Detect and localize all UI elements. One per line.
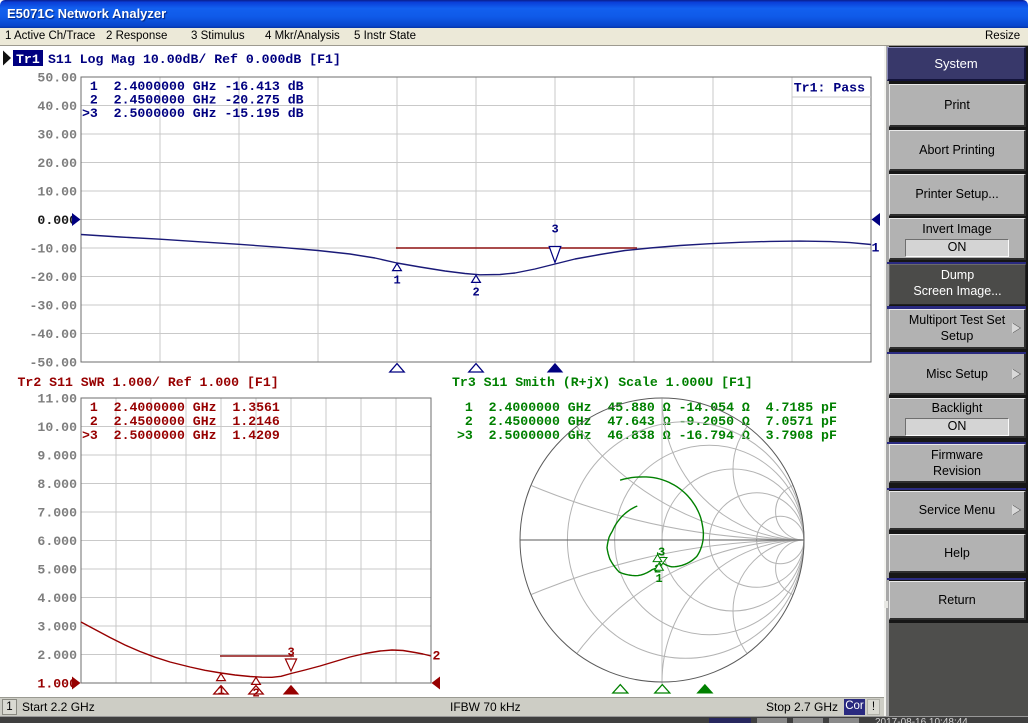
svg-text:2 2.4500000 GHz 47.643 Ω -9.: 2 2.4500000 GHz 47.643 Ω -9.2050 Ω 7.057… (457, 414, 837, 429)
svg-text:>3 2.5000000 GHz 46.838 Ω -1: >3 2.5000000 GHz 46.838 Ω -16.794 Ω 3.79… (457, 428, 837, 443)
svg-text:Tr1: Tr1 (16, 52, 40, 67)
svg-text:2 2.4500000 GHz 1.2146: 2 2.4500000 GHz 1.2146 (82, 414, 280, 429)
svg-text:2: 2 (253, 687, 260, 698)
svg-text:-30.00: -30.00 (30, 299, 78, 314)
svg-text:1.000: 1.000 (37, 677, 77, 692)
svg-text:0.000: 0.000 (37, 213, 77, 228)
svg-text:5.000: 5.000 (37, 563, 77, 578)
svg-text:10.00: 10.00 (37, 420, 77, 435)
svg-text:3.000: 3.000 (37, 620, 77, 635)
svg-text:3: 3 (288, 646, 295, 660)
svg-text:2: 2 (473, 285, 480, 299)
svg-text:20.00: 20.00 (37, 156, 77, 171)
svg-text:2: 2 (433, 649, 441, 664)
svg-text:30.00: 30.00 (37, 128, 77, 143)
svg-text:8.000: 8.000 (37, 477, 77, 492)
svg-text:-20.00: -20.00 (30, 270, 78, 285)
svg-text:Tr1: Pass: Tr1: Pass (794, 81, 865, 96)
svg-text:-10.00: -10.00 (30, 242, 78, 257)
svg-text:1: 1 (218, 684, 225, 697)
svg-text:3: 3 (552, 223, 559, 237)
svg-text:1: 1 (394, 274, 401, 288)
svg-text:Tr2 S11 SWR 1.000/ Ref 1.000 [: Tr2 S11 SWR 1.000/ Ref 1.000 [F1] (18, 375, 279, 390)
svg-text:6.000: 6.000 (37, 534, 77, 549)
svg-text:>3 2.5000000 GHz -15.195 dB: >3 2.5000000 GHz -15.195 dB (82, 106, 304, 121)
svg-text:1: 1 (656, 572, 663, 586)
svg-text:S11 Log Mag 10.00dB/ Ref 0.000: S11 Log Mag 10.00dB/ Ref 0.000dB [F1] (48, 52, 341, 67)
svg-text:1 2.4000000 GHz 45.880 Ω -14: 1 2.4000000 GHz 45.880 Ω -14.054 Ω 4.718… (457, 400, 837, 415)
svg-text:1 2.4000000 GHz 1.3561: 1 2.4000000 GHz 1.3561 (82, 400, 280, 415)
svg-text:>3 2.5000000 GHz 1.4209: >3 2.5000000 GHz 1.4209 (82, 428, 280, 443)
svg-text:9.000: 9.000 (37, 449, 77, 464)
svg-text:11.00: 11.00 (37, 392, 77, 407)
svg-text:7.000: 7.000 (37, 506, 77, 521)
svg-text:-50.00: -50.00 (30, 356, 78, 371)
svg-text:40.00: 40.00 (37, 99, 77, 114)
svg-text:10.00: 10.00 (37, 185, 77, 200)
svg-text:4.000: 4.000 (37, 591, 77, 606)
svg-text:1: 1 (872, 241, 880, 256)
svg-text:-40.00: -40.00 (30, 327, 78, 342)
svg-text:Tr3 S11 Smith (R+jX) Scale 1.0: Tr3 S11 Smith (R+jX) Scale 1.000U [F1] (452, 375, 753, 390)
svg-text:50.00: 50.00 (37, 71, 77, 86)
svg-text:2.000: 2.000 (37, 648, 77, 663)
